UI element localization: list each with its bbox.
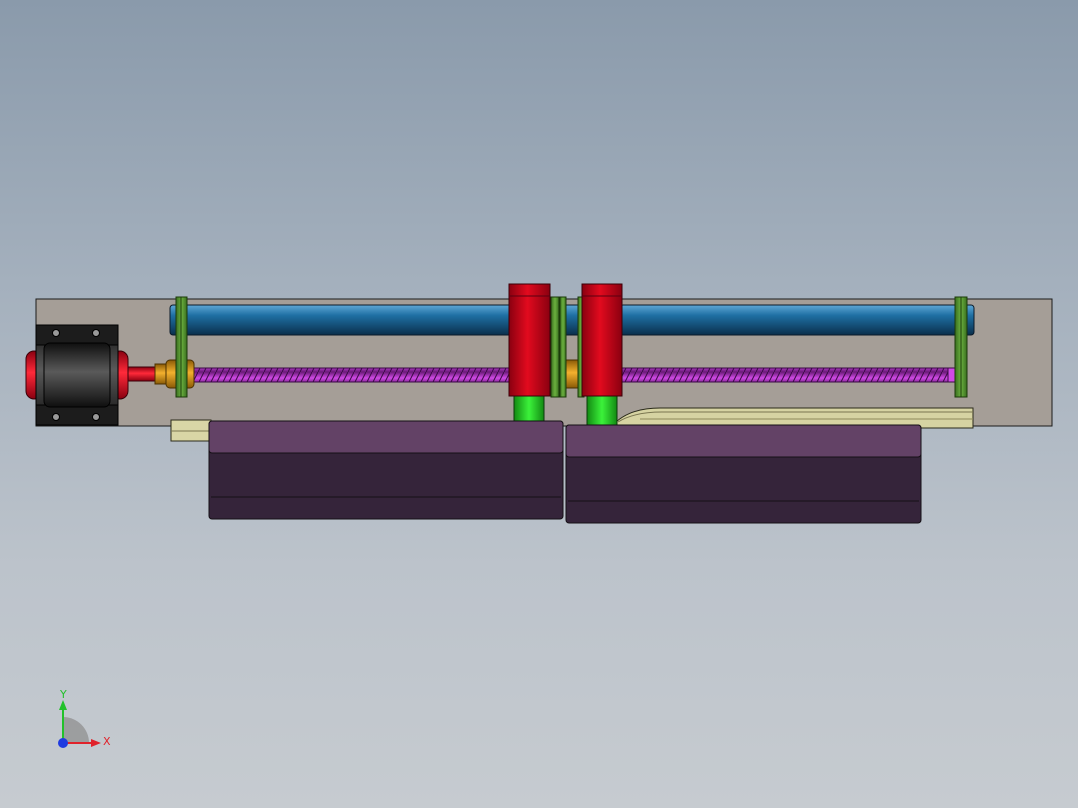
cad-viewport[interactable]: Y X [0, 0, 1078, 808]
y-axis-label: Y [59, 688, 67, 701]
stepper-motor[interactable] [25, 324, 129, 426]
guide-rod-left[interactable] [169, 304, 513, 336]
guide-rod-right[interactable] [619, 304, 975, 336]
lead-screw-right[interactable] [619, 367, 951, 383]
triad-plane [63, 717, 89, 743]
end-plate-middle-b[interactable] [559, 296, 567, 398]
assembly-drawing: Y X [25, 283, 1053, 748]
end-plate-middle-a[interactable] [550, 296, 560, 398]
lead-screw-left[interactable] [193, 367, 513, 383]
z-axis-dot [58, 738, 68, 748]
end-plate-left[interactable] [175, 296, 188, 398]
end-plate-right[interactable] [954, 296, 968, 398]
motor-bolt [92, 329, 100, 337]
carriage-left[interactable] [508, 283, 551, 397]
container-right[interactable] [565, 424, 922, 524]
carriage-right[interactable] [581, 283, 623, 397]
guide-block-left[interactable] [513, 393, 545, 422]
coordinate-triad[interactable]: Y X [58, 688, 111, 748]
motor-bolt [52, 329, 60, 337]
motor-bolt [92, 413, 100, 421]
bearing-nut-left[interactable] [154, 359, 195, 389]
x-axis-label: X [103, 735, 111, 748]
y-axis-head [59, 700, 67, 710]
x-axis-head [91, 739, 101, 747]
guide-block-right[interactable] [586, 393, 618, 426]
container-left[interactable] [208, 420, 564, 520]
motor-bolt [52, 413, 60, 421]
